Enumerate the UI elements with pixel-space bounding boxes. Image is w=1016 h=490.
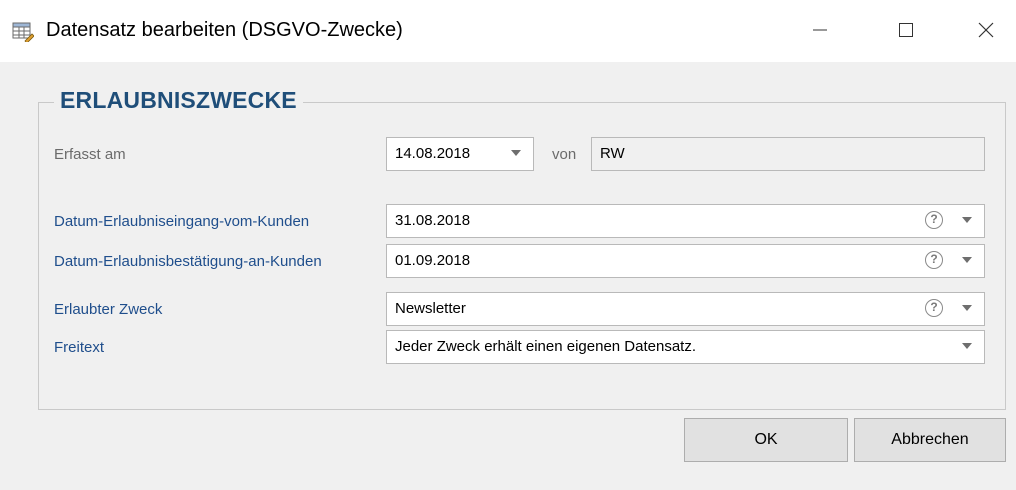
freitext-input[interactable]: Jeder Zweck erhält einen eigenen Datensa… <box>386 330 985 364</box>
von-label: von <box>552 146 577 163</box>
title-bar: Datensatz bearbeiten (DSGVO-Zwecke) <box>0 0 1016 62</box>
freitext-label: Freitext <box>54 339 105 356</box>
cancel-button[interactable]: Abbrechen <box>854 418 1006 462</box>
group-title: ERLAUBNISZWECKE <box>54 87 303 114</box>
table-edit-icon <box>12 22 35 44</box>
bestaetigung-date[interactable]: 01.09.2018 ? <box>386 244 985 278</box>
help-icon[interactable]: ? <box>925 211 943 229</box>
bestaetigung-value: 01.09.2018 <box>395 252 471 269</box>
von-field: RW <box>591 137 985 171</box>
zweck-value: Newsletter <box>395 300 466 317</box>
minimize-button[interactable] <box>790 12 850 52</box>
minimize-icon <box>813 23 827 42</box>
window-title: Datensatz bearbeiten (DSGVO-Zwecke) <box>46 19 403 41</box>
ok-button[interactable]: OK <box>684 418 848 462</box>
von-value: RW <box>600 145 625 162</box>
chevron-down-icon[interactable] <box>962 305 972 311</box>
erfasst-am-label: Erfasst am <box>54 146 126 163</box>
help-icon[interactable]: ? <box>925 251 943 269</box>
eingang-date[interactable]: 31.08.2018 ? <box>386 204 985 238</box>
chevron-down-icon[interactable] <box>511 150 521 156</box>
close-button[interactable] <box>956 12 1016 52</box>
erfasst-am-date[interactable]: 14.08.2018 <box>386 137 534 171</box>
erfasst-am-value: 14.08.2018 <box>395 145 471 162</box>
help-icon[interactable]: ? <box>925 299 943 317</box>
eingang-value: 31.08.2018 <box>395 212 471 229</box>
zweck-select[interactable]: Newsletter ? <box>386 292 985 326</box>
freitext-value: Jeder Zweck erhält einen eigenen Datensa… <box>395 338 697 355</box>
maximize-button[interactable] <box>876 12 936 52</box>
dialog-window: Datensatz bearbeiten (DSGVO-Zwecke) ERLA… <box>0 0 1016 490</box>
chevron-down-icon[interactable] <box>962 343 972 349</box>
close-icon <box>978 22 994 43</box>
zweck-label: Erlaubter Zweck <box>54 301 163 318</box>
chevron-down-icon[interactable] <box>962 217 972 223</box>
maximize-icon <box>899 22 913 42</box>
bestaetigung-label: Datum-Erlaubnisbestätigung-an-Kunden <box>54 253 322 270</box>
chevron-down-icon[interactable] <box>962 257 972 263</box>
eingang-label: Datum-Erlaubniseingang-vom-Kunden <box>54 213 310 230</box>
